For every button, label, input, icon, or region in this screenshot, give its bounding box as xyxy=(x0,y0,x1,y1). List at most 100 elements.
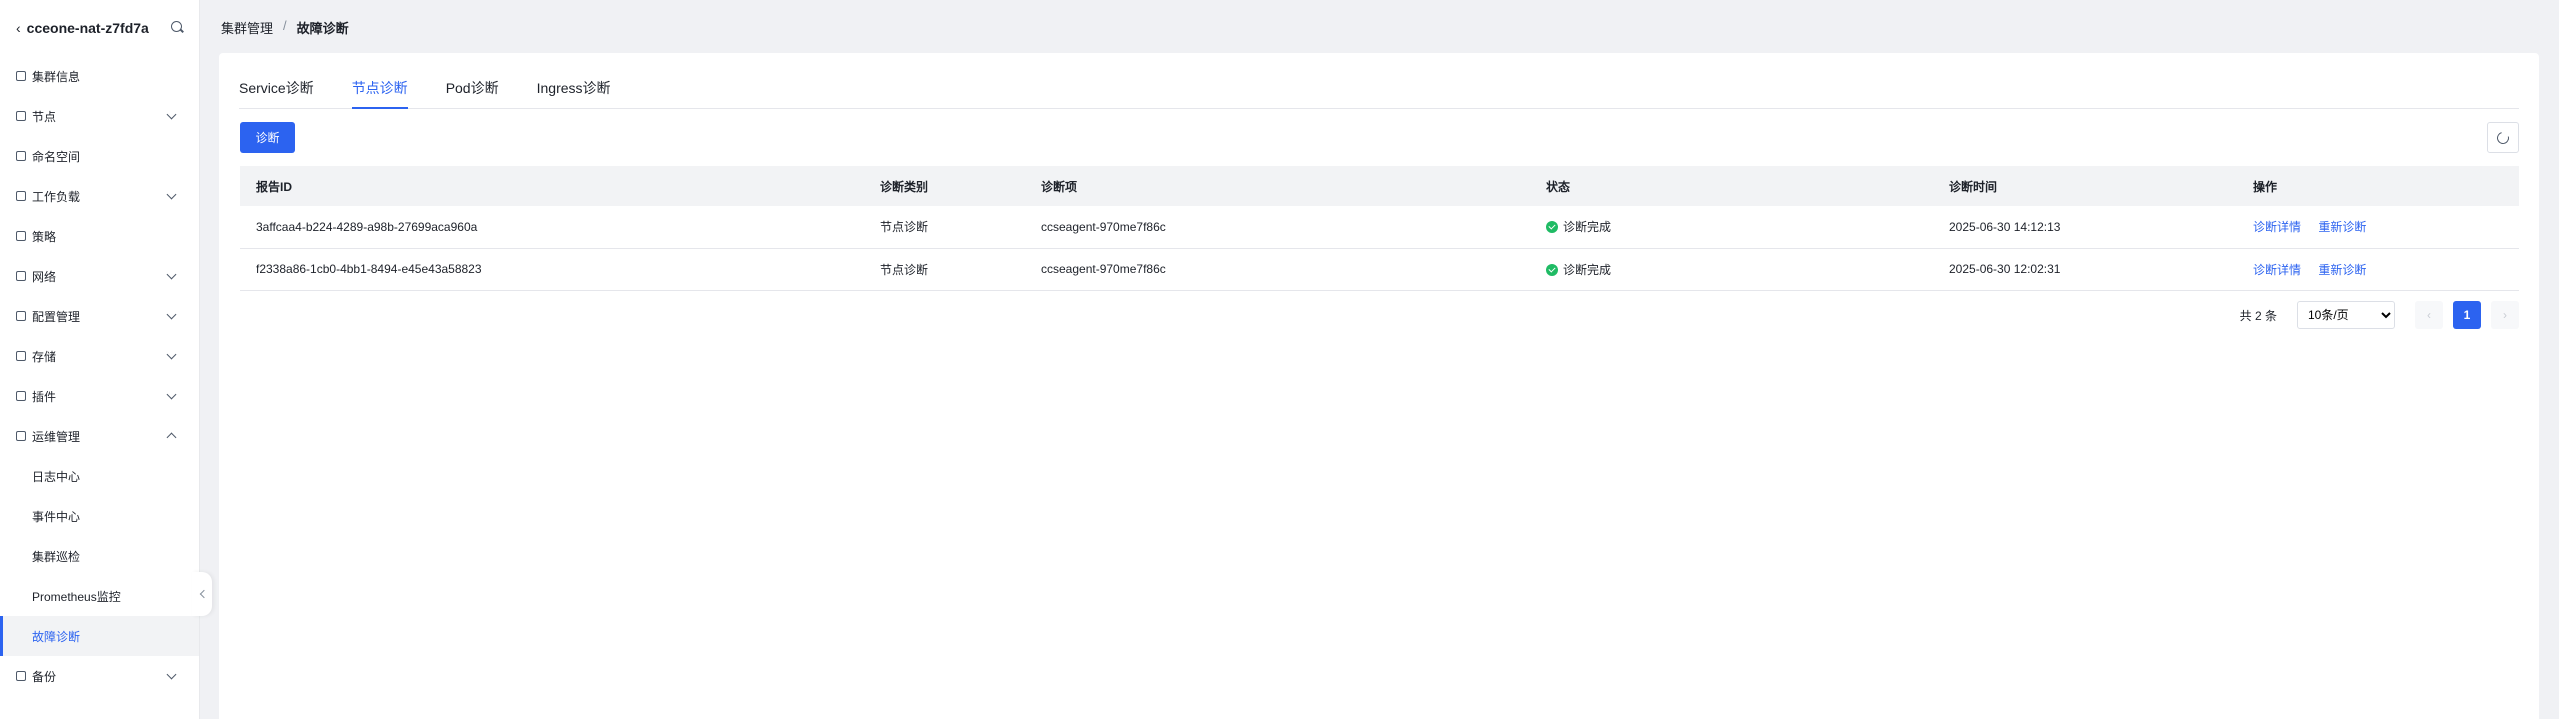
breadcrumb: 集群管理 / 故障诊断 xyxy=(221,18,349,37)
table-header-row: 报告ID 诊断类别 诊断项 状态 诊断时间 操作 xyxy=(240,166,2519,206)
diagnosis-table: 报告ID 诊断类别 诊断项 状态 诊断时间 操作 3affcaa4-b224-4… xyxy=(240,166,2519,291)
diagnosis-item: ccseagent-970me7f86c xyxy=(1041,219,1166,234)
status-cell: 诊断完成 xyxy=(1530,248,1933,290)
sidebar-item-label: 策略 xyxy=(32,229,57,244)
page-number-button[interactable]: 1 xyxy=(2453,301,2481,329)
ops-icon xyxy=(16,431,26,441)
column-header: 操作 xyxy=(2253,179,2278,194)
next-page-button[interactable]: › xyxy=(2491,301,2519,329)
diagnosis-item: ccseagent-970me7f86c xyxy=(1041,262,1166,276)
diagnose-button[interactable]: 诊断 xyxy=(240,122,295,153)
tab-bar: Service诊断 节点诊断 Pod诊断 Ingress诊断 xyxy=(239,53,2519,109)
chevron-down-icon xyxy=(166,389,177,399)
diagnosis-category: 节点诊断 xyxy=(880,220,929,235)
sidebar-item-label: 日志中心 xyxy=(32,469,81,484)
pagination: 共 2 条 10条/页 ‹ 1 › xyxy=(2240,301,2519,329)
refresh-button[interactable] xyxy=(2487,122,2519,153)
sidebar-item-label: 命名空间 xyxy=(32,149,81,164)
diagnosis-time: 2025-06-30 14:12:13 xyxy=(1949,219,2061,234)
back-icon[interactable]: ‹ xyxy=(16,20,21,36)
column-header: 诊断类别 xyxy=(880,179,929,194)
sidebar-item-config[interactable]: 配置管理 xyxy=(0,296,199,336)
view-details-link[interactable]: 诊断详情 xyxy=(2253,220,2301,234)
chevron-down-icon xyxy=(166,669,177,679)
table-row: f2338a86-1cb0-4bb1-8494-e45e43a58823 节点诊… xyxy=(240,248,2519,290)
sidebar-subitem-cluster-inspection[interactable]: 集群巡检 xyxy=(0,536,199,576)
rediagnose-link[interactable]: 重新诊断 xyxy=(2318,220,2366,234)
storage-icon xyxy=(16,351,26,361)
main-panel: Service诊断 节点诊断 Pod诊断 Ingress诊断 诊断 报告ID 诊… xyxy=(219,53,2539,719)
sidebar-item-storage[interactable]: 存储 xyxy=(0,336,199,376)
policy-icon xyxy=(16,231,26,241)
column-header: 报告ID xyxy=(256,179,293,194)
diagnosis-time: 2025-06-30 12:02:31 xyxy=(1949,262,2061,276)
sidebar-subitem-fault-diagnosis[interactable]: 故障诊断 xyxy=(0,616,199,656)
tab-node-diagnosis[interactable]: 节点诊断 xyxy=(351,78,408,109)
sidebar-item-cluster-info[interactable]: 集群信息 xyxy=(0,56,199,96)
chevron-down-icon xyxy=(166,309,177,319)
sidebar-item-label: 运维管理 xyxy=(32,429,81,444)
sidebar-item-label: 故障诊断 xyxy=(32,629,81,644)
sidebar-item-label: 网络 xyxy=(32,269,57,284)
sidebar-item-label: 插件 xyxy=(32,389,57,404)
breadcrumb-separator: / xyxy=(283,18,287,33)
tab-ingress-diagnosis[interactable]: Ingress诊断 xyxy=(537,78,611,108)
sidebar-item-backup[interactable]: 备份 xyxy=(0,656,199,696)
config-icon xyxy=(16,311,26,321)
rediagnose-link[interactable]: 重新诊断 xyxy=(2318,263,2366,277)
check-circle-icon xyxy=(1546,263,1558,276)
diagnosis-category: 节点诊断 xyxy=(880,262,929,277)
chevron-down-icon xyxy=(166,109,177,119)
sidebar-item-namespace[interactable]: 命名空间 xyxy=(0,136,199,176)
sidebar-item-workload[interactable]: 工作负载 xyxy=(0,176,199,216)
sidebar: ‹ cceone-nat-z7fd7a 集群信息 节点 命名空间 工作负载 策略… xyxy=(0,0,200,719)
tab-pod-diagnosis[interactable]: Pod诊断 xyxy=(446,78,499,108)
prev-page-button[interactable]: ‹ xyxy=(2415,301,2443,329)
page-size-select[interactable]: 10条/页 xyxy=(2297,301,2395,329)
column-header: 诊断时间 xyxy=(1949,179,1998,194)
sidebar-item-nodes[interactable]: 节点 xyxy=(0,96,199,136)
sidebar-item-ops[interactable]: 运维管理 xyxy=(0,416,199,456)
sidebar-item-label: 节点 xyxy=(32,109,57,124)
chevron-down-icon xyxy=(166,269,177,279)
backup-icon xyxy=(16,671,26,681)
actions-cell: 诊断详情 重新诊断 xyxy=(2237,248,2519,290)
column-header: 诊断项 xyxy=(1041,179,1078,194)
chevron-down-icon xyxy=(166,189,177,199)
search-icon[interactable] xyxy=(171,21,185,35)
chevron-down-icon xyxy=(166,349,177,359)
sidebar-item-plugin[interactable]: 插件 xyxy=(0,376,199,416)
column-header: 状态 xyxy=(1546,179,1571,194)
network-icon xyxy=(16,271,26,281)
workload-icon xyxy=(16,191,26,201)
breadcrumb-current: 故障诊断 xyxy=(296,21,349,36)
sidebar-item-label: Prometheus监控 xyxy=(32,589,121,604)
sidebar-item-network[interactable]: 网络 xyxy=(0,256,199,296)
status-text: 诊断完成 xyxy=(1563,220,1612,235)
tab-service-diagnosis[interactable]: Service诊断 xyxy=(239,78,314,108)
sidebar-subitem-prometheus[interactable]: Prometheus监控 xyxy=(0,576,199,616)
sidebar-collapse-toggle[interactable] xyxy=(192,572,212,616)
report-id: 3affcaa4-b224-4289-a98b-27699aca960a xyxy=(256,219,478,234)
status-text: 诊断完成 xyxy=(1563,262,1612,277)
sidebar-item-label: 事件中心 xyxy=(32,509,81,524)
plugin-icon xyxy=(16,391,26,401)
sidebar-subitem-event-center[interactable]: 事件中心 xyxy=(0,496,199,536)
sidebar-item-label: 备份 xyxy=(32,669,57,684)
sidebar-subitem-log-center[interactable]: 日志中心 xyxy=(0,456,199,496)
view-details-link[interactable]: 诊断详情 xyxy=(2253,263,2301,277)
sidebar-item-label: 配置管理 xyxy=(32,309,81,324)
total-count: 共 2 条 xyxy=(2239,308,2277,323)
chevron-up-icon xyxy=(166,432,177,443)
refresh-icon xyxy=(2494,129,2512,146)
breadcrumb-parent[interactable]: 集群管理 xyxy=(221,18,273,37)
sidebar-header: ‹ cceone-nat-z7fd7a xyxy=(0,0,199,56)
report-id: f2338a86-1cb0-4bb1-8494-e45e43a58823 xyxy=(256,262,482,276)
sidebar-item-policy[interactable]: 策略 xyxy=(0,216,199,256)
check-circle-icon xyxy=(1546,221,1558,234)
chevron-left-icon xyxy=(199,589,208,599)
grid-icon xyxy=(16,71,26,81)
status-cell: 诊断完成 xyxy=(1530,206,1933,248)
sidebar-item-label: 存储 xyxy=(32,349,57,364)
cluster-name: cceone-nat-z7fd7a xyxy=(26,20,149,36)
